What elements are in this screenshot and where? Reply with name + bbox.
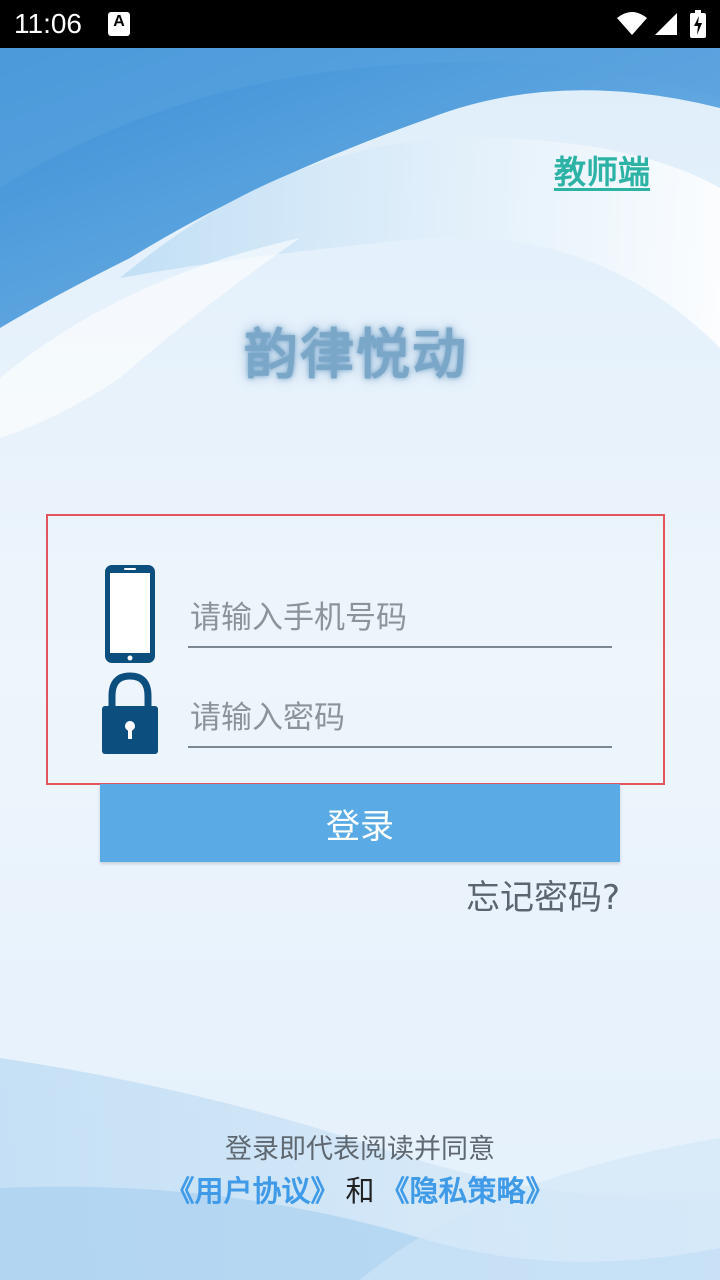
battery-charging-icon (690, 10, 706, 38)
login-button[interactable]: 登录 (100, 784, 620, 862)
app-title: 韵律悦动 (244, 323, 468, 386)
agreement-notice: 登录即代表阅读并同意 (225, 1134, 495, 1165)
a-notification-icon: A (108, 12, 130, 36)
status-time: 11:06 (14, 8, 82, 39)
forgot-password-link[interactable]: 忘记密码? (466, 875, 620, 921)
signal-icon (655, 13, 677, 35)
status-bar: 11:06 A (0, 0, 720, 48)
teacher-portal-link[interactable]: 教师端 (554, 150, 650, 194)
phone-number-input[interactable] (188, 590, 612, 648)
agreement-links: 《用户协议》和《隐私策略》 (0, 1170, 720, 1212)
agreement-and-text: 和 (345, 1174, 375, 1208)
password-input[interactable] (188, 690, 612, 748)
phone-icon (105, 565, 155, 663)
wifi-icon (617, 12, 647, 35)
user-agreement-link[interactable]: 《用户协议》 (165, 1174, 339, 1208)
privacy-policy-link[interactable]: 《隐私策略》 (381, 1174, 555, 1208)
lock-icon (102, 672, 158, 754)
